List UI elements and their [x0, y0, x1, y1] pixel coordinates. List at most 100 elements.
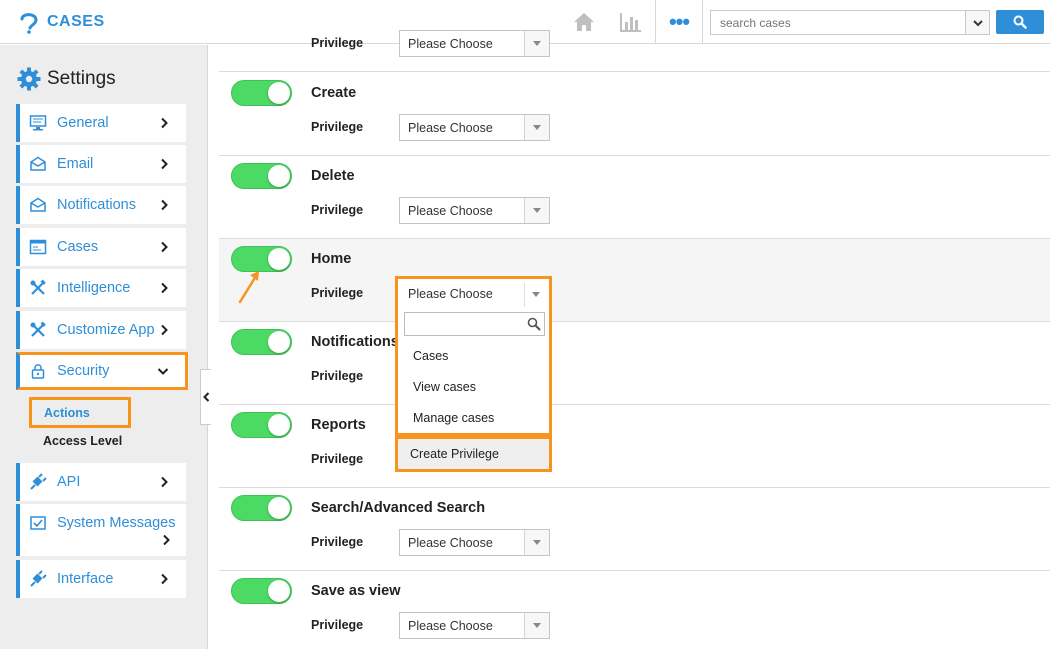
- caret-down-icon: [524, 198, 549, 223]
- privilege-select[interactable]: Please Choose: [399, 612, 550, 639]
- enable-toggle[interactable]: [231, 80, 292, 106]
- action-title: Home: [311, 251, 352, 267]
- sidebar-item-label: Notifications: [57, 197, 136, 213]
- sidebar-item-label: General: [57, 115, 109, 131]
- chevron-right-icon: [161, 199, 168, 211]
- caret-down-icon: [524, 115, 549, 140]
- sidebar-item-security[interactable]: Security: [16, 352, 188, 390]
- action-title: Delete: [311, 168, 355, 184]
- chevron-right-icon: [161, 476, 168, 488]
- dropdown-option[interactable]: Cases: [413, 349, 448, 363]
- privilege-label: Privilege: [311, 120, 364, 134]
- caret-down-icon: [524, 530, 549, 555]
- select-value: Please Choose: [408, 37, 493, 51]
- sidebar-item-intelligence[interactable]: Intelligence: [16, 269, 186, 307]
- plug-icon: [30, 473, 47, 490]
- chevron-right-icon: [161, 117, 168, 129]
- enable-toggle[interactable]: [231, 495, 292, 521]
- chevron-right-icon: [161, 324, 168, 336]
- envelope-icon: [30, 156, 46, 171]
- sidebar-item-notifications[interactable]: Notifications: [16, 186, 186, 224]
- settings-title: Settings: [47, 68, 116, 89]
- action-row-search: Search/Advanced Search Privilege Please …: [219, 488, 1050, 571]
- privilege-label: Privilege: [311, 286, 364, 300]
- dropdown-option[interactable]: Manage cases: [413, 411, 494, 425]
- security-sub-actions[interactable]: Actions: [29, 397, 131, 428]
- app-logo-icon: [20, 13, 38, 34]
- home-privilege-select-open[interactable]: Please Choose: [395, 276, 552, 307]
- tools-icon: [30, 321, 46, 337]
- cases-window-icon: [29, 239, 47, 255]
- privilege-dropdown-panel: Cases View cases Manage cases: [395, 307, 552, 436]
- action-row-delete: Delete Privilege Please Choose: [219, 156, 1050, 239]
- caret-down-icon: [524, 613, 549, 638]
- action-row-reports: Reports Privilege: [219, 405, 1050, 488]
- sidebar-item-label: Security: [57, 363, 110, 379]
- enable-toggle[interactable]: [231, 578, 292, 604]
- sidebar-item-label: API: [57, 474, 81, 490]
- monitor-icon: [29, 115, 47, 131]
- action-row-save-as-view: Save as view Privilege Please Choose: [219, 571, 1050, 649]
- create-privilege-button[interactable]: Create Privilege: [395, 436, 552, 472]
- chevron-down-icon: [157, 368, 169, 375]
- chevron-right-icon: [161, 282, 168, 294]
- action-row: Privilege Please Choose: [219, 0, 1050, 72]
- action-title: Save as view: [311, 583, 401, 599]
- enable-toggle[interactable]: [231, 329, 292, 355]
- privilege-label: Privilege: [311, 203, 364, 217]
- brand[interactable]: CASES: [18, 10, 105, 34]
- action-row-notifications: Notifications Privilege: [219, 322, 1050, 405]
- select-value: Please Choose: [408, 536, 493, 550]
- sidebar-item-general[interactable]: General: [16, 104, 186, 142]
- privilege-label: Privilege: [311, 618, 364, 632]
- sidebar-item-cases[interactable]: Cases: [16, 228, 186, 266]
- caret-down-icon: [524, 31, 549, 56]
- select-value: Please Choose: [408, 619, 493, 633]
- privilege-label: Privilege: [311, 36, 364, 50]
- caret-down-icon: [524, 283, 546, 307]
- envelope-icon: [30, 197, 46, 212]
- annotation-arrow-icon: [238, 271, 259, 304]
- settings-header: Settings: [17, 67, 116, 91]
- sidebar-item-label: Customize App: [57, 322, 155, 338]
- chevron-right-icon: [161, 158, 168, 170]
- action-row-home: Home Privilege: [219, 239, 1050, 322]
- select-value: Please Choose: [408, 204, 493, 218]
- sidebar-item-api[interactable]: API: [16, 463, 186, 501]
- dropdown-search-input[interactable]: [404, 312, 545, 336]
- tools-icon: [30, 279, 46, 295]
- privilege-select[interactable]: Please Choose: [399, 30, 550, 57]
- action-row-create: Create Privilege Please Choose: [219, 73, 1050, 156]
- sidebar-item-label: Email: [57, 156, 94, 172]
- action-title: Search/Advanced Search: [311, 500, 486, 516]
- chevron-right-icon: [161, 573, 168, 585]
- search-icon: [527, 317, 541, 331]
- enable-toggle[interactable]: [231, 163, 292, 189]
- sidebar-item-email[interactable]: Email: [16, 145, 186, 183]
- dropdown-option[interactable]: View cases: [413, 380, 476, 394]
- security-sub-access-level[interactable]: Access Level: [43, 434, 122, 448]
- action-title: Reports: [311, 417, 366, 433]
- message-check-icon: [30, 516, 46, 530]
- privilege-label: Privilege: [311, 535, 364, 549]
- privilege-select[interactable]: Please Choose: [399, 197, 550, 224]
- privilege-select[interactable]: Please Choose: [399, 114, 550, 141]
- lock-icon: [31, 364, 45, 379]
- privilege-select[interactable]: Please Choose: [399, 529, 550, 556]
- chevron-right-icon: [163, 534, 170, 546]
- gear-icon: [17, 67, 41, 91]
- enable-toggle[interactable]: [231, 412, 292, 438]
- sidebar-item-label: Intelligence: [57, 280, 131, 296]
- privilege-label: Privilege: [311, 452, 364, 466]
- sidebar-item-label: System Messages: [57, 515, 176, 531]
- sidebar-item-system-messages[interactable]: System Messages: [16, 504, 186, 556]
- chevron-right-icon: [161, 241, 168, 253]
- sidebar-item-interface[interactable]: Interface: [16, 560, 186, 598]
- sidebar-item-customize-app[interactable]: Customize App: [16, 311, 186, 349]
- action-title: Create: [311, 85, 357, 101]
- select-value: Please Choose: [408, 287, 493, 301]
- select-value: Please Choose: [408, 121, 493, 135]
- actions-list: Privilege Please Choose Create Privilege…: [209, 30, 1050, 649]
- plug-icon: [30, 570, 47, 587]
- privilege-label: Privilege: [311, 369, 364, 383]
